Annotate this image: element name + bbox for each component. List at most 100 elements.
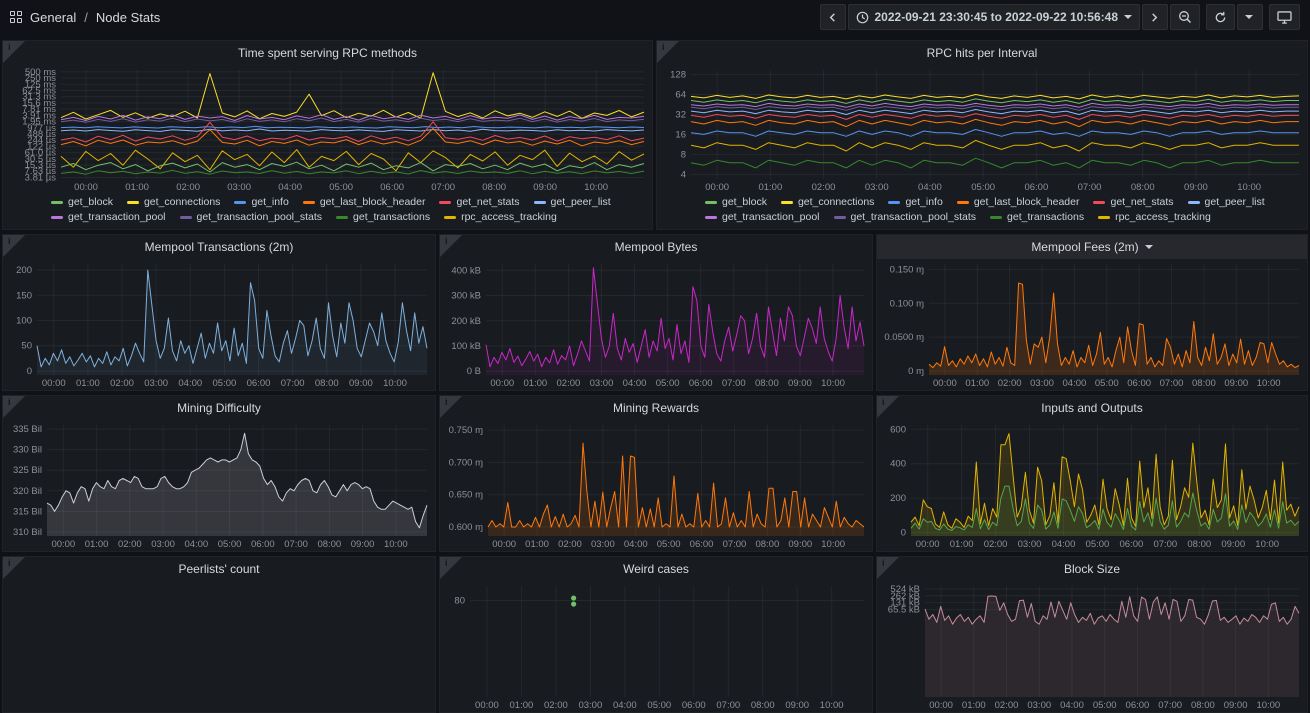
svg-text:10:00: 10:00 — [584, 182, 608, 193]
svg-text:06:00: 06:00 — [1024, 182, 1048, 193]
legend-swatch — [180, 216, 192, 219]
dashboards-grid-icon[interactable] — [10, 11, 22, 23]
svg-text:10:00: 10:00 — [1237, 182, 1261, 193]
time-series-chart[interactable]: 00:0001:0002:0003:0004:0005:0006:0007:00… — [877, 259, 1307, 390]
time-series-chart[interactable]: 00:0001:0002:0003:0004:0005:0006:0007:00… — [440, 420, 872, 551]
legend-swatch — [1098, 216, 1110, 219]
svg-text:02:00: 02:00 — [557, 378, 581, 389]
svg-text:05:00: 05:00 — [1086, 539, 1110, 550]
legend-item-get_info[interactable]: get_info — [888, 196, 942, 208]
panel-header[interactable]: Time spent serving RPC methods — [3, 41, 652, 65]
svg-text:07:00: 07:00 — [1153, 539, 1177, 550]
legend-item-get_info[interactable]: get_info — [234, 196, 288, 208]
panel-title: Peerlists' count — [179, 562, 260, 576]
legend-label: get_net_stats — [456, 196, 519, 208]
time-series-chart[interactable]: 00:0001:0002:0003:0004:0005:0006:0007:00… — [877, 581, 1307, 712]
svg-text:10:00: 10:00 — [821, 378, 845, 389]
svg-text:300 kB: 300 kB — [451, 291, 481, 302]
legend-swatch — [439, 201, 451, 204]
svg-text:06:00: 06:00 — [1126, 700, 1150, 711]
svg-text:0 B: 0 B — [467, 366, 481, 377]
legend-item-get_transactions[interactable]: get_transactions — [990, 211, 1084, 223]
svg-text:00:00: 00:00 — [74, 182, 98, 193]
panel-title: Mempool Fees (2m) — [1031, 240, 1138, 254]
legend-item-rpc_access_tracking[interactable]: rpc_access_tracking — [444, 211, 557, 223]
svg-text:01:00: 01:00 — [76, 378, 100, 389]
legend-item-get_connections[interactable]: get_connections — [781, 196, 874, 208]
legend-item-get_peer_list[interactable]: get_peer_list — [534, 196, 611, 208]
zoom-out-button[interactable] — [1170, 4, 1200, 30]
refresh-interval-dropdown[interactable] — [1237, 4, 1263, 30]
legend-item-get_transaction_pool_stats[interactable]: get_transaction_pool_stats — [834, 211, 977, 223]
svg-text:10:00: 10:00 — [820, 700, 844, 711]
legend-item-get_last_block_header[interactable]: get_last_block_header — [303, 196, 426, 208]
breadcrumb-page[interactable]: Node Stats — [96, 10, 160, 25]
svg-text:00:00: 00:00 — [490, 378, 514, 389]
panel-header[interactable]: Inputs and Outputs — [877, 396, 1307, 420]
legend-item-get_connections[interactable]: get_connections — [127, 196, 220, 208]
time-series-chart[interactable] — [3, 581, 435, 712]
time-series-chart[interactable]: 00:0001:0002:0003:0004:0005:0006:0007:00… — [3, 65, 652, 194]
time-series-chart[interactable]: 00:0001:0002:0003:0004:0005:0006:0007:00… — [657, 65, 1307, 194]
panel-header[interactable]: Mempool Transactions (2m) — [3, 235, 435, 259]
time-series-chart[interactable]: 00:0001:0002:0003:0004:0005:0006:0007:00… — [3, 259, 435, 390]
chevron-down-icon — [1124, 15, 1132, 19]
time-shift-forward-button[interactable] — [1142, 4, 1168, 30]
legend-item-get_block[interactable]: get_block — [705, 196, 767, 208]
legend-item-get_net_stats[interactable]: get_net_stats — [439, 196, 519, 208]
refresh-button[interactable] — [1206, 4, 1235, 30]
panel-mempool-fees: i Mempool Fees (2m) 00:0001:0002:0003:00… — [876, 234, 1308, 391]
time-range-picker[interactable]: 2022-09-21 23:30:45 to 2022-09-22 10:56:… — [848, 4, 1141, 30]
legend-item-get_last_block_header[interactable]: get_last_block_header — [957, 196, 1080, 208]
svg-text:09:00: 09:00 — [1221, 539, 1245, 550]
legend-swatch — [1188, 201, 1200, 204]
panel-header[interactable]: Mining Rewards — [440, 396, 872, 420]
svg-text:10:00: 10:00 — [383, 378, 407, 389]
legend-label: get_block — [722, 196, 767, 208]
svg-text:09:00: 09:00 — [533, 182, 557, 193]
time-series-chart[interactable]: 00:0001:0002:0003:0004:0005:0006:0007:00… — [3, 420, 435, 551]
refresh-icon — [1214, 11, 1227, 24]
panel-header[interactable]: Mining Difficulty — [3, 396, 435, 420]
breadcrumb-folder[interactable]: General — [30, 10, 76, 25]
svg-text:100: 100 — [16, 316, 32, 327]
panel-header[interactable]: Mempool Bytes — [440, 235, 872, 259]
legend-item-get_transactions[interactable]: get_transactions — [336, 211, 430, 223]
svg-text:10:00: 10:00 — [1256, 700, 1280, 711]
panel-header-menu[interactable]: Mempool Fees (2m) — [877, 235, 1307, 259]
legend-swatch — [534, 201, 546, 204]
svg-text:04:00: 04:00 — [613, 700, 637, 711]
svg-text:4: 4 — [681, 169, 686, 180]
panel-header[interactable]: RPC hits per Interval — [657, 41, 1307, 65]
cycle-view-mode-button[interactable] — [1269, 4, 1300, 30]
legend-item-get_transaction_pool[interactable]: get_transaction_pool — [705, 211, 820, 223]
svg-text:00:00: 00:00 — [933, 378, 957, 389]
chevron-down-icon — [1245, 15, 1253, 19]
panel-header[interactable]: Peerlists' count — [3, 557, 435, 581]
legend-item-get_peer_list[interactable]: get_peer_list — [1188, 196, 1265, 208]
legend-item-get_net_stats[interactable]: get_net_stats — [1093, 196, 1173, 208]
time-series-chart[interactable]: 00:0001:0002:0003:0004:0005:0006:0007:00… — [877, 420, 1307, 551]
legend-item-get_transaction_pool_stats[interactable]: get_transaction_pool_stats — [180, 211, 323, 223]
svg-text:04:00: 04:00 — [1063, 378, 1087, 389]
svg-text:06:00: 06:00 — [690, 539, 714, 550]
svg-text:0.600 ɱ: 0.600 ɱ — [449, 522, 483, 533]
legend-item-rpc_access_tracking[interactable]: rpc_access_tracking — [1098, 211, 1211, 223]
svg-text:01:00: 01:00 — [950, 539, 974, 550]
svg-text:02:00: 02:00 — [176, 182, 200, 193]
svg-text:08:00: 08:00 — [315, 378, 339, 389]
panel-mining-rewards: i Mining Rewards 00:0001:0002:0003:0004:… — [439, 395, 873, 552]
panel-header[interactable]: Weird cases — [440, 557, 872, 581]
time-series-chart[interactable]: 00:0001:0002:0003:0004:0005:0006:0007:00… — [440, 259, 872, 390]
panel-header[interactable]: Block Size — [877, 557, 1307, 581]
svg-text:09:00: 09:00 — [1224, 700, 1248, 711]
svg-text:128: 128 — [670, 70, 686, 81]
legend-item-get_block[interactable]: get_block — [51, 196, 113, 208]
time-series-chart[interactable]: 00:0001:0002:0003:0004:0005:0006:0007:00… — [440, 581, 872, 712]
svg-text:06:00: 06:00 — [380, 182, 404, 193]
svg-text:03:00: 03:00 — [1027, 700, 1051, 711]
time-shift-back-button[interactable] — [820, 4, 846, 30]
monitor-icon — [1277, 11, 1292, 24]
legend-item-get_transaction_pool[interactable]: get_transaction_pool — [51, 211, 166, 223]
legend-swatch — [127, 201, 139, 204]
